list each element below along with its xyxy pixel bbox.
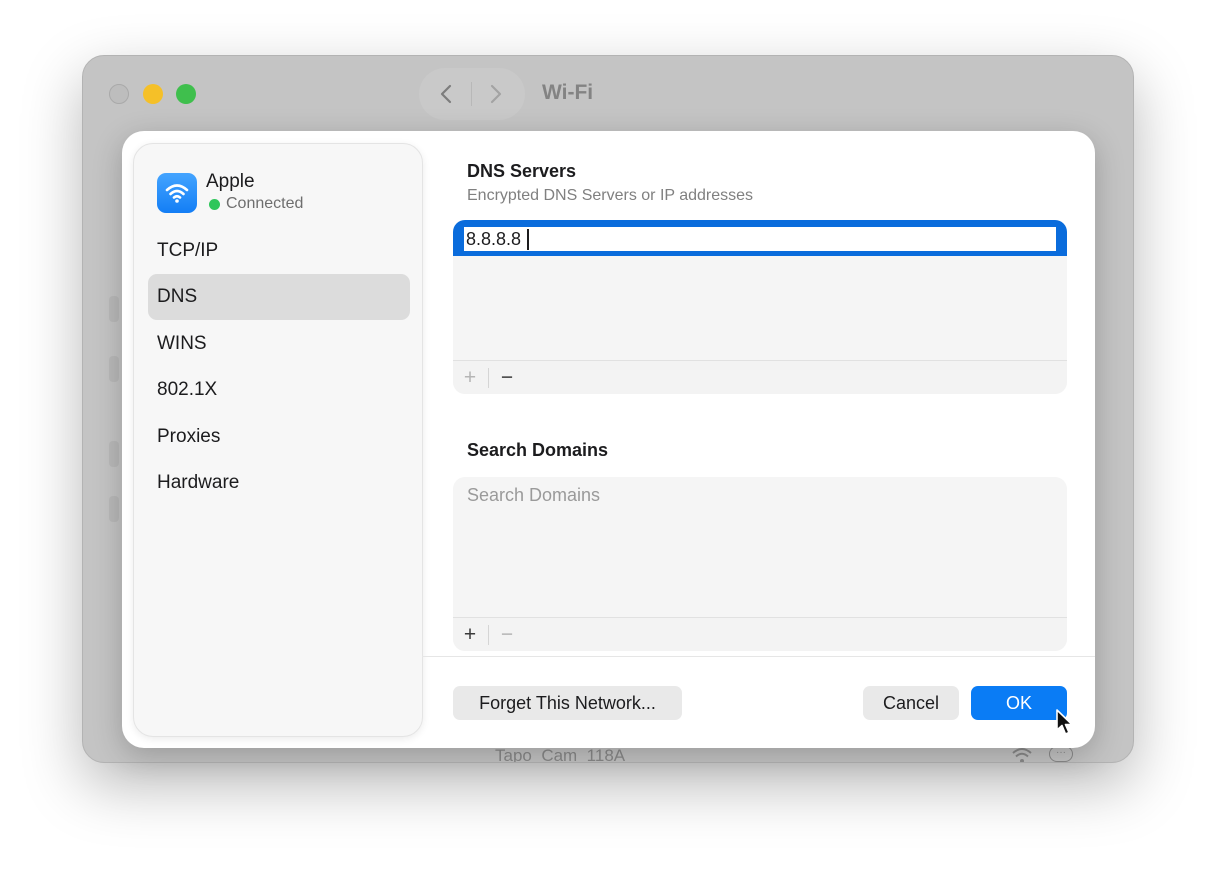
network-name: Apple [206,171,255,192]
maximize-window-button[interactable] [176,84,196,104]
network-status: Connected [226,195,304,212]
wifi-icon [157,173,197,213]
mouse-pointer-icon [1056,709,1073,735]
text-caret [527,229,529,250]
chevron-left-icon[interactable] [435,82,459,106]
sidebar: Apple Connected TCP/IP DNS WINS 802.1X P… [133,143,423,737]
toolbar-separator [488,368,489,388]
close-window-button[interactable] [109,84,129,104]
toolbar-separator [488,625,489,645]
remove-search-domain-button[interactable]: − [490,618,524,651]
connected-status-icon [209,199,220,210]
sidebar-item-proxies[interactable]: Proxies [148,414,410,460]
sidebar-item-dns[interactable]: DNS [148,274,410,320]
navigation-group [419,68,525,120]
search-domains-list: + − [453,477,1067,651]
network-details-sheet: Apple Connected TCP/IP DNS WINS 802.1X P… [122,131,1095,748]
dns-server-row-selected[interactable] [453,220,1067,256]
sidebar-item-8021x[interactable]: 802.1X [148,367,410,413]
search-domains-title: Search Domains [467,440,609,460]
sidebar-item-tcpip[interactable]: TCP/IP [148,228,410,274]
add-dns-server-button[interactable]: + [453,361,487,394]
minimize-window-button[interactable] [143,84,163,104]
search-domains-input[interactable] [467,483,1047,507]
background-sidebar-fragment [109,496,119,522]
sidebar-item-wins[interactable]: WINS [148,321,410,367]
background-network-name: Tapo_Cam_118A [495,746,626,763]
dns-servers-title: DNS Servers [467,161,577,181]
sidebar-item-hardware[interactable]: Hardware [148,460,410,506]
footer-divider [422,656,1095,657]
dns-list-toolbar: + − [453,360,1067,394]
dns-servers-subtitle: Encrypted DNS Servers or IP addresses [467,187,754,204]
search-domains-toolbar: + − [453,617,1067,651]
window-title: Wi-Fi [542,81,594,104]
cancel-button[interactable]: Cancel [863,686,959,720]
chevron-right-icon[interactable] [483,82,507,106]
ok-button[interactable]: OK [971,686,1067,720]
forget-network-button[interactable]: Forget This Network... [453,686,682,720]
nav-divider [471,82,472,106]
more-options-icon[interactable]: ··· [1049,746,1073,762]
wifi-signal-icon [1012,748,1032,762]
remove-dns-server-button[interactable]: − [490,361,524,394]
background-sidebar-fragment [109,356,119,382]
background-sidebar-fragment [109,296,119,322]
dns-servers-list: + − [453,220,1067,394]
add-search-domain-button[interactable]: + [453,618,487,651]
background-sidebar-fragment [109,441,119,467]
dns-server-input[interactable] [464,227,1056,251]
